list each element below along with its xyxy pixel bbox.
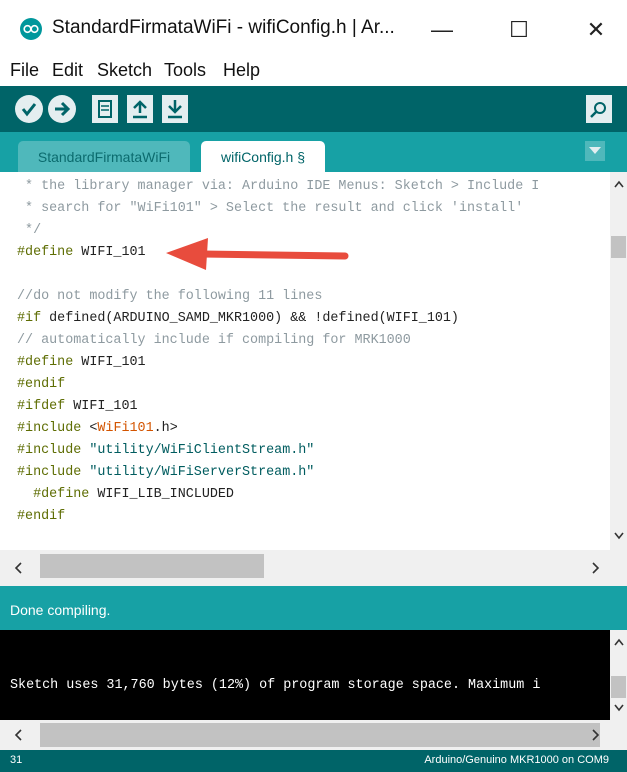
- chevron-right-icon[interactable]: [592, 562, 600, 574]
- console-vertical-scrollbar[interactable]: [610, 630, 627, 720]
- chevron-down-icon: [589, 147, 601, 154]
- tab-bar: StandardFirmataWiFi wifiConfig.h §: [0, 132, 627, 172]
- console-line: Sketch uses 31,760 bytes (12%) of progra…: [10, 678, 541, 693]
- code-line: #include "utility/WiFiClientStream.h": [17, 443, 315, 458]
- code-line: #ifdef WIFI_101: [17, 399, 138, 414]
- scrollbar-thumb[interactable]: [611, 676, 626, 698]
- save-button[interactable]: [162, 95, 188, 123]
- new-icon: [98, 100, 112, 118]
- tab-standardfirmatawifi[interactable]: StandardFirmataWiFi: [18, 141, 190, 172]
- close-icon: ✕: [586, 17, 606, 42]
- code-line: #define WIFI_101: [17, 245, 146, 260]
- toolbar: [0, 86, 627, 132]
- status-message: Done compiling.: [10, 602, 111, 618]
- window-title: StandardFirmataWiFi - wifiConfig.h | Ar.…: [52, 17, 395, 38]
- code-line: * the library manager via: Arduino IDE M…: [17, 179, 540, 194]
- menu-edit[interactable]: Edit: [52, 60, 83, 81]
- close-button[interactable]: ✕: [574, 10, 618, 50]
- open-icon: [133, 100, 147, 119]
- scrollbar-thumb[interactable]: [40, 554, 264, 578]
- maximize-button[interactable]: ☐: [497, 10, 541, 50]
- minimize-button[interactable]: —: [420, 10, 464, 50]
- upload-button[interactable]: [48, 95, 76, 123]
- verify-icon: [21, 103, 37, 117]
- bottom-status-bar: 31 Arduino/Genuino MKR1000 on COM9: [0, 750, 627, 772]
- chevron-left-icon[interactable]: [14, 729, 22, 741]
- minimize-icon: —: [431, 17, 453, 42]
- code-line: #define WIFI_101: [17, 355, 146, 370]
- upload-icon: [55, 101, 71, 117]
- line-number: 31: [10, 754, 23, 766]
- code-line: // automatically include if compiling fo…: [17, 333, 411, 348]
- arduino-logo-icon: [20, 18, 42, 40]
- code-line: //do not modify the following 11 lines: [17, 289, 323, 304]
- code-line: #define WIFI_LIB_INCLUDED: [17, 487, 234, 502]
- code-line: #endif: [17, 509, 66, 524]
- open-button[interactable]: [127, 95, 153, 123]
- annotation-arrow: [166, 238, 349, 270]
- code-line: #include "utility/WiFiServerStream.h": [17, 465, 315, 480]
- code-editor[interactable]: * the library manager via: Arduino IDE M…: [0, 172, 610, 550]
- scrollbar-thumb[interactable]: [40, 723, 600, 747]
- status-bar: Done compiling.: [0, 586, 627, 630]
- chevron-down-icon[interactable]: [614, 704, 624, 712]
- verify-button[interactable]: [15, 95, 43, 123]
- chevron-up-icon[interactable]: [614, 638, 624, 646]
- chevron-right-icon[interactable]: [592, 729, 600, 741]
- menu-tools[interactable]: Tools: [164, 60, 206, 81]
- code-line: #include <WiFi101.h>: [17, 421, 178, 436]
- scrollbar-thumb[interactable]: [611, 236, 626, 258]
- tab-wificonfig[interactable]: wifiConfig.h §: [201, 141, 325, 172]
- menu-sketch[interactable]: Sketch: [97, 60, 152, 81]
- code-line: #endif: [17, 377, 66, 392]
- new-button[interactable]: [92, 95, 118, 123]
- serial-monitor-icon: [590, 102, 606, 118]
- menu-file[interactable]: File: [10, 60, 39, 81]
- menu-bar: File Edit Sketch Tools Help: [0, 58, 627, 86]
- code-line: */: [17, 223, 42, 238]
- console-horizontal-scrollbar[interactable]: [0, 720, 627, 750]
- menu-help[interactable]: Help: [223, 60, 260, 81]
- tab-menu-button[interactable]: [585, 141, 605, 161]
- maximize-icon: ☐: [509, 17, 529, 42]
- console-output[interactable]: Sketch uses 31,760 bytes (12%) of progra…: [0, 630, 610, 720]
- code-line: * search for "WiFi101" > Select the resu…: [17, 201, 524, 216]
- chevron-up-icon[interactable]: [614, 180, 624, 188]
- chevron-down-icon[interactable]: [614, 532, 624, 540]
- code-line: #if defined(ARDUINO_SAMD_MKR1000) && !de…: [17, 311, 459, 326]
- chevron-left-icon[interactable]: [14, 562, 22, 574]
- board-port-label: Arduino/Genuino MKR1000 on COM9: [424, 754, 609, 766]
- serial-monitor-button[interactable]: [586, 95, 612, 123]
- save-icon: [168, 100, 182, 119]
- title-bar: StandardFirmataWiFi - wifiConfig.h | Ar.…: [0, 0, 627, 58]
- editor-horizontal-scrollbar[interactable]: [0, 550, 627, 586]
- editor-vertical-scrollbar[interactable]: [610, 172, 627, 550]
